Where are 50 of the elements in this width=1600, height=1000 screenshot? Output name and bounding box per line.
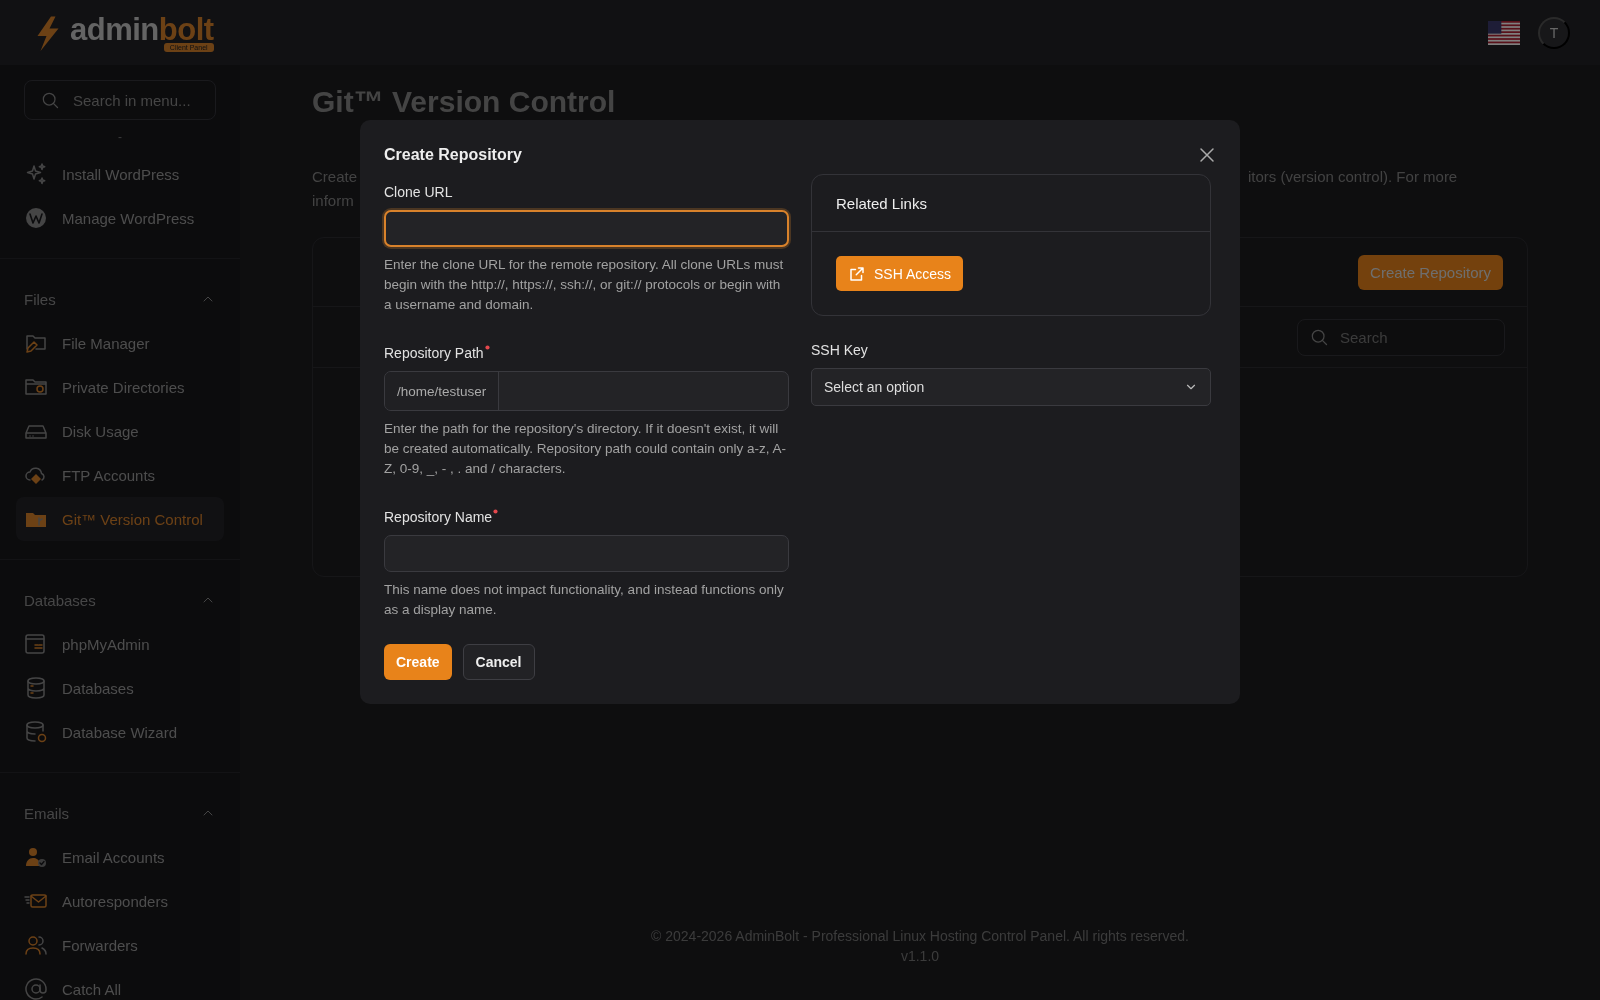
ssh-access-button[interactable]: SSH Access <box>836 256 964 291</box>
close-button[interactable] <box>1198 146 1216 164</box>
sidebar-item[interactable]: File Manager <box>16 321 224 365</box>
sidebar-item[interactable]: Database Wizard <box>16 710 224 754</box>
sidebar-item[interactable]: Catch All <box>16 967 224 1000</box>
create-button[interactable]: Create <box>384 644 452 680</box>
sidebar-item[interactable]: Manage WordPress <box>16 196 224 240</box>
close-icon <box>1198 146 1216 164</box>
create-repository-button[interactable]: Create Repository <box>1358 254 1503 290</box>
database-icon <box>24 676 48 700</box>
user-check-icon <box>24 845 48 869</box>
text-input-field[interactable] <box>384 210 789 247</box>
code-window-icon <box>24 632 48 656</box>
sparkle-icon <box>24 162 48 186</box>
field-label: Repository Path <box>384 345 484 361</box>
menu-search-field[interactable]: Search in menu... <box>24 80 216 120</box>
help-text: Enter the clone URL for the remote repository. All clone URLs must begin with the http://, https://, ssh://, or git:// protocols or begin with a username and domain. <box>384 256 785 314</box>
field-label: Clone URL <box>384 184 453 200</box>
sidebar-item[interactable]: FTP Accounts <box>16 453 224 497</box>
path-input-field[interactable]: /home/testuser <box>384 371 789 411</box>
user-avatar[interactable]: T <box>1538 16 1570 49</box>
field-label: Repository Name <box>384 509 493 525</box>
sidebar-item[interactable]: Install WordPress <box>16 152 224 196</box>
field-label: SSH Key <box>811 342 869 358</box>
circle-logo-icon <box>24 206 48 230</box>
path-prefix: /home/testuser <box>385 372 500 410</box>
sidebar-item[interactable]: Private Directories <box>16 365 224 409</box>
sidebar-item[interactable]: Disk Usage <box>16 409 224 453</box>
cancel-button[interactable]: Cancel <box>462 644 535 680</box>
section-title: Databases <box>24 591 96 609</box>
card-title: Related Links <box>812 175 1210 232</box>
ssh-key-select[interactable]: Select an option <box>811 368 1211 406</box>
sidebar-item[interactable]: Email Accounts <box>16 835 224 879</box>
text-input-field[interactable] <box>384 535 789 572</box>
section-title: Files <box>24 290 56 308</box>
external-link-icon <box>848 264 866 283</box>
help-text: This name does not impact functionality, and instead functions only as a display name. <box>384 581 785 619</box>
at-sign-icon <box>24 977 48 1000</box>
sidebar-item[interactable]: Git™ Version Control <box>16 497 224 541</box>
users-icon <box>24 933 48 957</box>
search-icon <box>40 90 60 110</box>
separator-text: - <box>117 129 123 146</box>
sidebar-item[interactable]: Forwarders <box>16 923 224 967</box>
sidebar-item[interactable]: Autoresponders <box>16 879 224 923</box>
section-title: Emails <box>24 804 69 822</box>
sidebar-item[interactable]: phpMyAdmin <box>16 622 224 666</box>
modal-title: Create Repository <box>384 146 522 164</box>
database-sync-icon <box>24 720 48 744</box>
sidebar-item[interactable]: Databases <box>16 666 224 710</box>
help-text: Enter the path for the repository's directory. If it doesn't exist, it will be created automatically. Repository path could contain only a-z, A-Z, 0-9, _, - , . and / characters. <box>384 420 787 478</box>
